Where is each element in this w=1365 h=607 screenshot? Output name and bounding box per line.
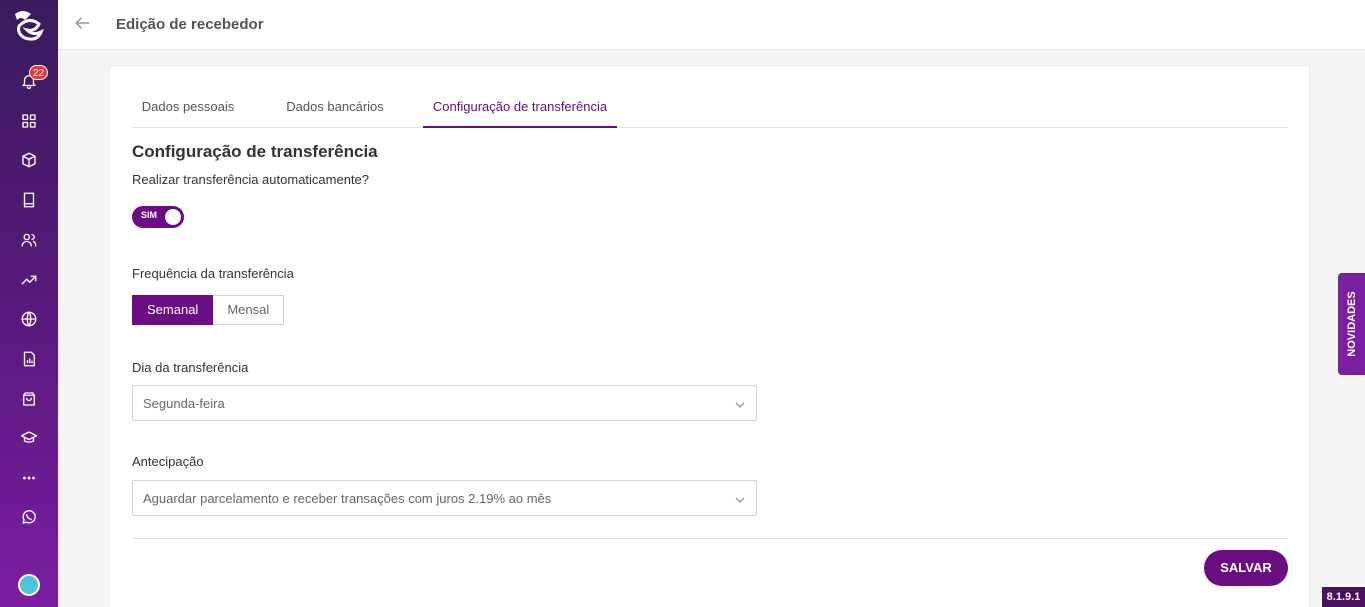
- page-title: Edição de recebedor: [116, 16, 264, 33]
- toggle-knob: [165, 209, 181, 225]
- chevron-down-icon: [734, 398, 746, 410]
- graduation-icon[interactable]: [17, 426, 41, 450]
- novidades-tab[interactable]: NOVIDADES: [1338, 273, 1365, 375]
- chevron-down-icon: [734, 493, 746, 505]
- form-card: Dados pessoais Dados bancários Configura…: [109, 65, 1310, 607]
- anticipation-select[interactable]: Aguardar parcelamento e receber transaçõ…: [132, 480, 757, 516]
- sidebar: 22: [0, 0, 58, 607]
- day-label: Dia da transferência: [132, 360, 249, 375]
- book-icon[interactable]: [17, 188, 41, 212]
- frequency-segmented-control: Semanal Mensal: [132, 295, 285, 325]
- auto-transfer-label: Realizar transferência automaticamente?: [132, 172, 370, 187]
- day-select-value: Segunda-feira: [143, 396, 225, 411]
- save-button[interactable]: SALVAR: [1204, 550, 1288, 586]
- bag-icon[interactable]: [17, 387, 41, 411]
- more-icon[interactable]: [17, 466, 41, 490]
- tab-configuracao-transferencia[interactable]: Configuração de transferência: [423, 88, 617, 128]
- trend-icon[interactable]: [17, 268, 41, 292]
- frequency-option-semanal[interactable]: Semanal: [132, 295, 214, 325]
- box-icon[interactable]: [17, 148, 41, 172]
- anticipation-label: Antecipação: [132, 454, 204, 469]
- frequency-option-mensal[interactable]: Mensal: [213, 295, 285, 325]
- novidades-label: NOVIDADES: [1345, 291, 1358, 357]
- whatsapp-icon[interactable]: [17, 505, 41, 529]
- section-title: Configuração de transferência: [132, 142, 378, 161]
- tab-dados-bancarios[interactable]: Dados bancários: [274, 88, 396, 128]
- tab-dados-pessoais[interactable]: Dados pessoais: [132, 88, 244, 128]
- version-badge: 8.1.9.1: [1322, 587, 1365, 607]
- top-header: Edição de recebedor: [58, 0, 1365, 50]
- grid-icon[interactable]: [17, 109, 41, 133]
- report-icon[interactable]: [17, 347, 41, 371]
- tab-bar: Dados pessoais Dados bancários Configura…: [132, 88, 1288, 128]
- notification-badge: 22: [29, 65, 49, 80]
- avatar[interactable]: [18, 574, 40, 596]
- day-select[interactable]: Segunda-feira: [132, 385, 757, 421]
- globe-icon[interactable]: [17, 307, 41, 331]
- divider: [132, 538, 1288, 539]
- toggle-label: SIM: [141, 210, 158, 220]
- back-arrow-icon[interactable]: [72, 13, 96, 37]
- anticipation-select-value: Aguardar parcelamento e receber transaçõ…: [143, 491, 552, 506]
- users-icon[interactable]: [17, 228, 41, 252]
- brand-logo[interactable]: [9, 6, 49, 46]
- auto-transfer-toggle[interactable]: SIM: [132, 206, 184, 228]
- frequency-label: Frequência da transferência: [132, 266, 294, 281]
